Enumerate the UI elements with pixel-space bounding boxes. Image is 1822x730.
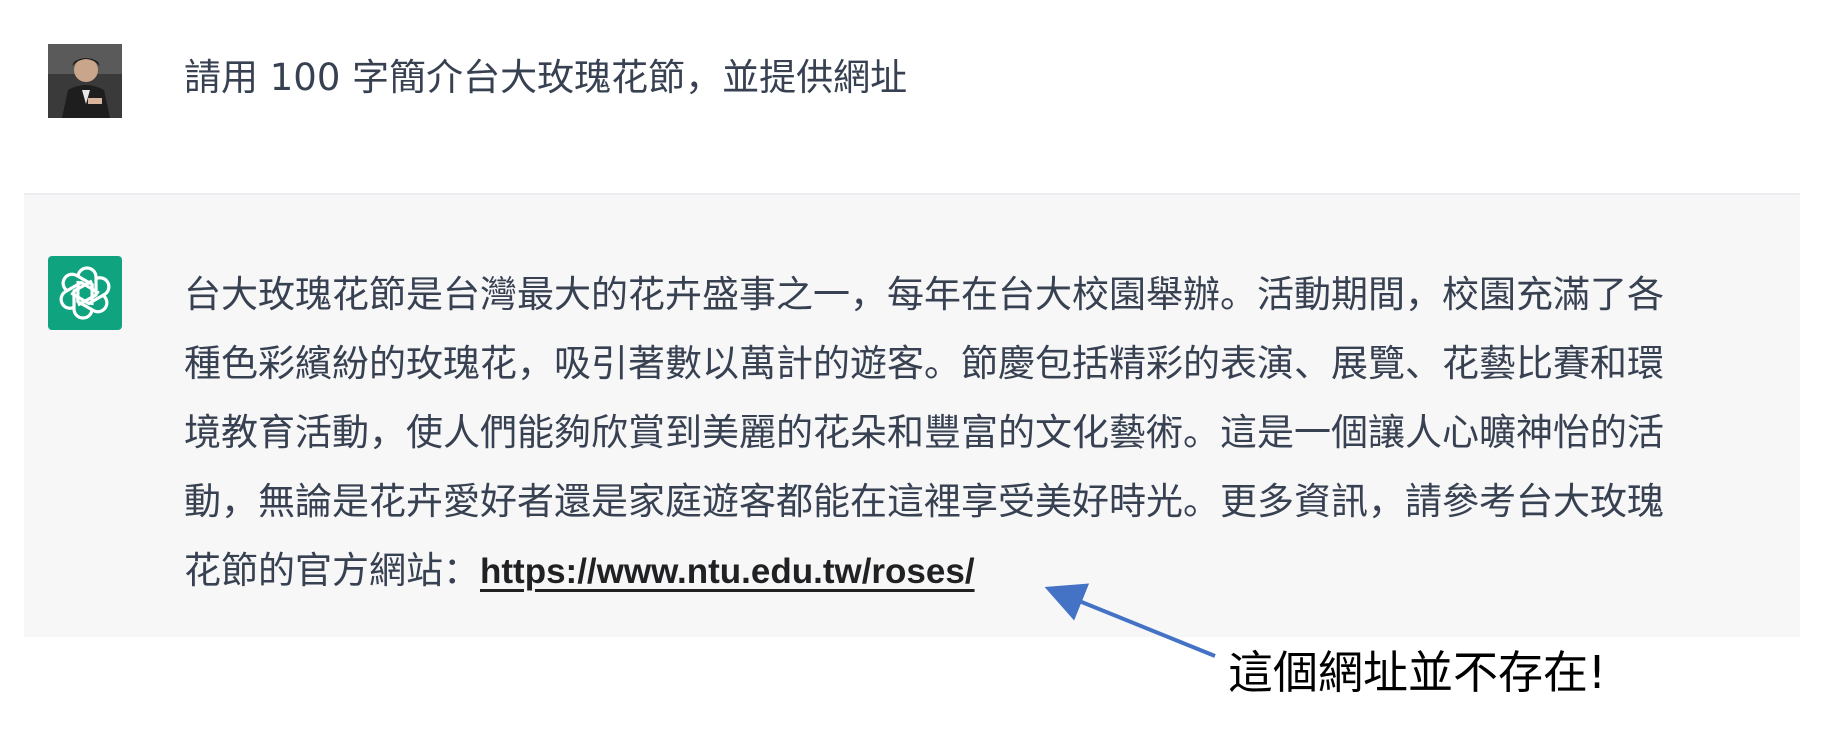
annotation-arrow (1044, 583, 1216, 658)
annotation-text: 這個網址並不存在! (1228, 646, 1607, 699)
